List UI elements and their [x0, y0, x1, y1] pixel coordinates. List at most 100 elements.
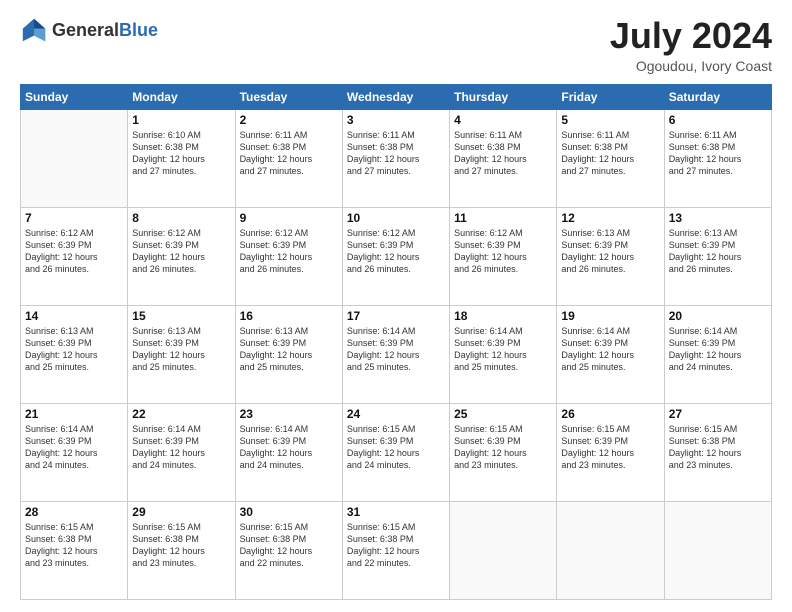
day-info: Sunrise: 6:10 AM Sunset: 6:38 PM Dayligh… — [132, 129, 230, 178]
calendar-cell: 13 Sunrise: 6:13 AM Sunset: 6:39 PM Dayli… — [664, 207, 771, 305]
calendar-week-row: 1Sunrise: 6:10 AM Sunset: 6:38 PM Daylig… — [21, 109, 772, 207]
day-info: Sunrise: 6:12 AM Sunset: 6:39 PM Dayligh… — [132, 227, 230, 276]
calendar-cell: 26Sunrise: 6:15 AM Sunset: 6:39 PM Dayli… — [557, 403, 664, 501]
day-number: 9 — [240, 211, 338, 225]
calendar-cell: 31Sunrise: 6:15 AM Sunset: 6:38 PM Dayli… — [342, 501, 449, 599]
day-number: 24 — [347, 407, 445, 421]
calendar-week-row: 7 Sunrise: 6:12 AM Sunset: 6:39 PM Daylig… — [21, 207, 772, 305]
calendar-week-row: 14 Sunrise: 6:13 AM Sunset: 6:39 PM Dayli… — [21, 305, 772, 403]
calendar-cell: 8 Sunrise: 6:12 AM Sunset: 6:39 PM Daylig… — [128, 207, 235, 305]
day-number: 17 — [347, 309, 445, 323]
calendar-cell: 11 Sunrise: 6:12 AM Sunset: 6:39 PM Dayli… — [450, 207, 557, 305]
day-info: Sunrise: 6:15 AM Sunset: 6:39 PM Dayligh… — [347, 423, 445, 472]
day-info: Sunrise: 6:13 AM Sunset: 6:39 PM Dayligh… — [669, 227, 767, 276]
calendar-cell: 6 Sunrise: 6:11 AM Sunset: 6:38 PM Daylig… — [664, 109, 771, 207]
calendar-cell: 12 Sunrise: 6:13 AM Sunset: 6:39 PM Dayli… — [557, 207, 664, 305]
day-info: Sunrise: 6:11 AM Sunset: 6:38 PM Dayligh… — [347, 129, 445, 178]
calendar-cell — [557, 501, 664, 599]
month-title: July 2024 — [610, 16, 772, 56]
calendar-cell — [21, 109, 128, 207]
calendar-header-thursday: Thursday — [450, 84, 557, 109]
calendar-table: SundayMondayTuesdayWednesdayThursdayFrid… — [20, 84, 772, 600]
calendar-cell: 4 Sunrise: 6:11 AM Sunset: 6:38 PM Daylig… — [450, 109, 557, 207]
calendar-cell: 17 Sunrise: 6:14 AM Sunset: 6:39 PM Dayli… — [342, 305, 449, 403]
day-info: Sunrise: 6:15 AM Sunset: 6:38 PM Dayligh… — [240, 521, 338, 570]
calendar-cell: 23 Sunrise: 6:14 AM Sunset: 6:39 PM Dayli… — [235, 403, 342, 501]
day-number: 23 — [240, 407, 338, 421]
day-info: Sunrise: 6:15 AM Sunset: 6:38 PM Dayligh… — [25, 521, 123, 570]
day-number: 13 — [669, 211, 767, 225]
calendar-cell: 21 Sunrise: 6:14 AM Sunset: 6:39 PM Dayli… — [21, 403, 128, 501]
day-info: Sunrise: 6:12 AM Sunset: 6:39 PM Dayligh… — [454, 227, 552, 276]
day-number: 29 — [132, 505, 230, 519]
day-number: 22 — [132, 407, 230, 421]
day-info: Sunrise: 6:11 AM Sunset: 6:38 PM Dayligh… — [240, 129, 338, 178]
calendar-header-monday: Monday — [128, 84, 235, 109]
calendar-week-row: 21 Sunrise: 6:14 AM Sunset: 6:39 PM Dayli… — [21, 403, 772, 501]
day-info: Sunrise: 6:14 AM Sunset: 6:39 PM Dayligh… — [25, 423, 123, 472]
calendar-cell — [450, 501, 557, 599]
calendar-cell: 5 Sunrise: 6:11 AM Sunset: 6:38 PM Daylig… — [557, 109, 664, 207]
day-number: 5 — [561, 113, 659, 127]
day-info: Sunrise: 6:13 AM Sunset: 6:39 PM Dayligh… — [561, 227, 659, 276]
day-info: Sunrise: 6:14 AM Sunset: 6:39 PM Dayligh… — [240, 423, 338, 472]
day-number: 30 — [240, 505, 338, 519]
day-number: 10 — [347, 211, 445, 225]
logo-general: General — [52, 20, 119, 40]
day-info: Sunrise: 6:11 AM Sunset: 6:38 PM Dayligh… — [454, 129, 552, 178]
calendar-cell: 14 Sunrise: 6:13 AM Sunset: 6:39 PM Dayli… — [21, 305, 128, 403]
day-number: 6 — [669, 113, 767, 127]
day-info: Sunrise: 6:11 AM Sunset: 6:38 PM Dayligh… — [561, 129, 659, 178]
page: GeneralBlue July 2024 Ogoudou, Ivory Coa… — [0, 0, 792, 612]
day-number: 20 — [669, 309, 767, 323]
day-info: Sunrise: 6:14 AM Sunset: 6:39 PM Dayligh… — [561, 325, 659, 374]
calendar-cell: 3Sunrise: 6:11 AM Sunset: 6:38 PM Daylig… — [342, 109, 449, 207]
day-number: 12 — [561, 211, 659, 225]
calendar-cell: 7 Sunrise: 6:12 AM Sunset: 6:39 PM Daylig… — [21, 207, 128, 305]
day-number: 31 — [347, 505, 445, 519]
day-number: 7 — [25, 211, 123, 225]
day-info: Sunrise: 6:15 AM Sunset: 6:39 PM Dayligh… — [454, 423, 552, 472]
day-info: Sunrise: 6:12 AM Sunset: 6:39 PM Dayligh… — [240, 227, 338, 276]
calendar-cell: 19 Sunrise: 6:14 AM Sunset: 6:39 PM Dayli… — [557, 305, 664, 403]
calendar-header-saturday: Saturday — [664, 84, 771, 109]
day-number: 21 — [25, 407, 123, 421]
calendar-cell: 22 Sunrise: 6:14 AM Sunset: 6:39 PM Dayli… — [128, 403, 235, 501]
day-info: Sunrise: 6:13 AM Sunset: 6:39 PM Dayligh… — [25, 325, 123, 374]
day-info: Sunrise: 6:14 AM Sunset: 6:39 PM Dayligh… — [669, 325, 767, 374]
calendar-cell: 18Sunrise: 6:14 AM Sunset: 6:39 PM Dayli… — [450, 305, 557, 403]
location: Ogoudou, Ivory Coast — [610, 58, 772, 74]
day-number: 14 — [25, 309, 123, 323]
calendar-cell: 1Sunrise: 6:10 AM Sunset: 6:38 PM Daylig… — [128, 109, 235, 207]
day-number: 2 — [240, 113, 338, 127]
day-number: 18 — [454, 309, 552, 323]
day-number: 16 — [240, 309, 338, 323]
day-info: Sunrise: 6:15 AM Sunset: 6:38 PM Dayligh… — [132, 521, 230, 570]
logo-blue: Blue — [119, 20, 158, 40]
calendar-header-wednesday: Wednesday — [342, 84, 449, 109]
day-info: Sunrise: 6:13 AM Sunset: 6:39 PM Dayligh… — [240, 325, 338, 374]
calendar-cell: 28 Sunrise: 6:15 AM Sunset: 6:38 PM Dayli… — [21, 501, 128, 599]
day-number: 19 — [561, 309, 659, 323]
calendar-cell: 2 Sunrise: 6:11 AM Sunset: 6:38 PM Daylig… — [235, 109, 342, 207]
day-number: 4 — [454, 113, 552, 127]
logo: GeneralBlue — [20, 16, 158, 44]
calendar-header-friday: Friday — [557, 84, 664, 109]
calendar-cell: 30 Sunrise: 6:15 AM Sunset: 6:38 PM Dayli… — [235, 501, 342, 599]
calendar-cell: 9 Sunrise: 6:12 AM Sunset: 6:39 PM Daylig… — [235, 207, 342, 305]
day-number: 25 — [454, 407, 552, 421]
day-number: 8 — [132, 211, 230, 225]
day-info: Sunrise: 6:14 AM Sunset: 6:39 PM Dayligh… — [347, 325, 445, 374]
calendar-cell: 15Sunrise: 6:13 AM Sunset: 6:39 PM Dayli… — [128, 305, 235, 403]
day-number: 15 — [132, 309, 230, 323]
day-info: Sunrise: 6:15 AM Sunset: 6:39 PM Dayligh… — [561, 423, 659, 472]
day-number: 28 — [25, 505, 123, 519]
day-info: Sunrise: 6:14 AM Sunset: 6:39 PM Dayligh… — [132, 423, 230, 472]
calendar-header-row: SundayMondayTuesdayWednesdayThursdayFrid… — [21, 84, 772, 109]
day-number: 27 — [669, 407, 767, 421]
day-info: Sunrise: 6:12 AM Sunset: 6:39 PM Dayligh… — [347, 227, 445, 276]
day-info: Sunrise: 6:12 AM Sunset: 6:39 PM Dayligh… — [25, 227, 123, 276]
day-number: 11 — [454, 211, 552, 225]
day-info: Sunrise: 6:11 AM Sunset: 6:38 PM Dayligh… — [669, 129, 767, 178]
calendar-cell: 25 Sunrise: 6:15 AM Sunset: 6:39 PM Dayli… — [450, 403, 557, 501]
